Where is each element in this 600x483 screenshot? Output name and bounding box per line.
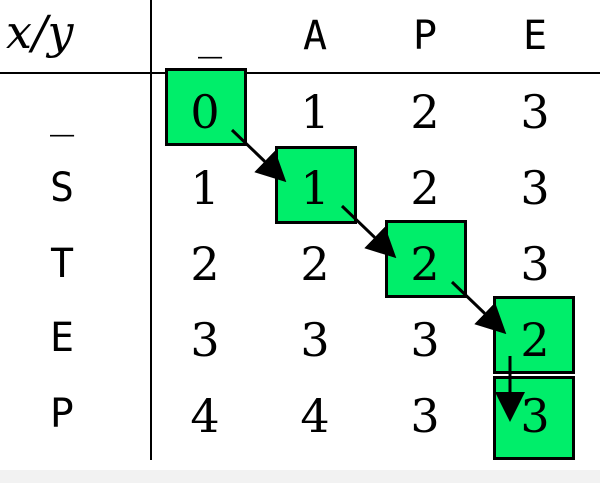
path-arrow [230,128,287,183]
path-arrows [230,128,525,422]
path-arrow [450,280,507,335]
edit-distance-diagram: x/y _ A P E _ S T E P 0 1 2 3 1 1 2 3 2 … [0,0,600,483]
path-arrow [340,204,397,259]
